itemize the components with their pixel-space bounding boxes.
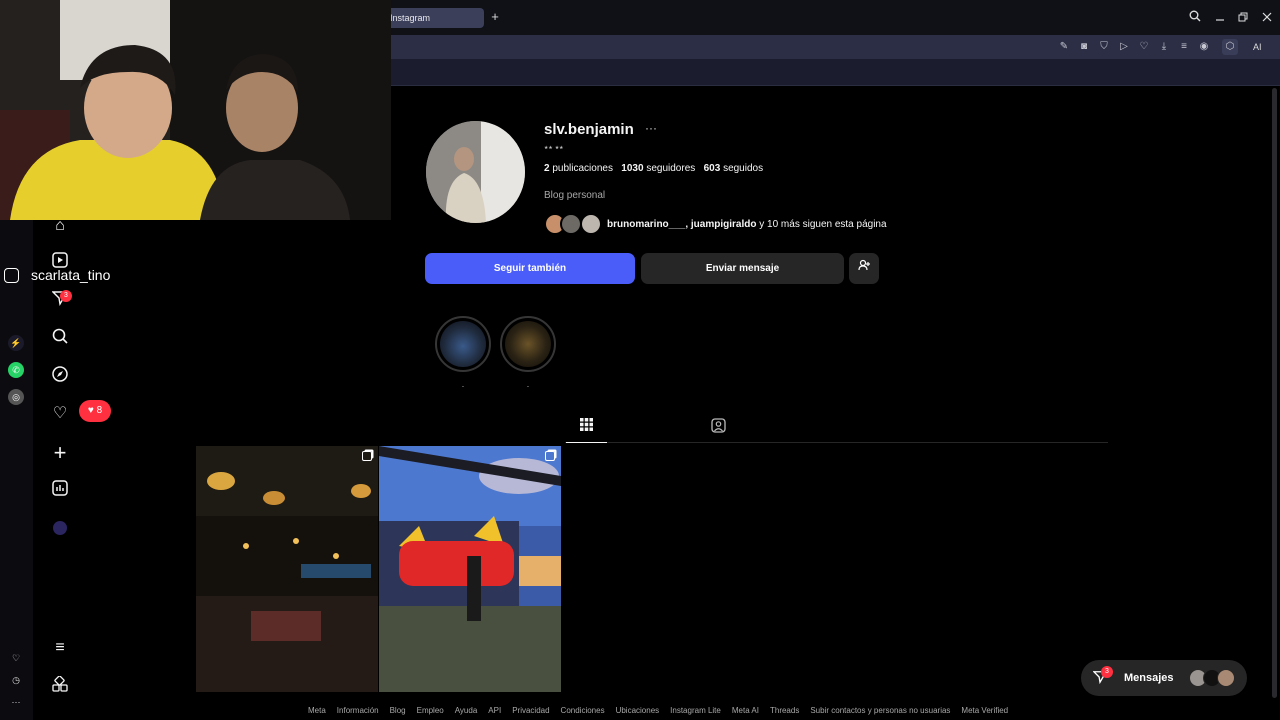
search-icon[interactable]: [50, 328, 70, 348]
suggested-accounts-button[interactable]: [849, 253, 879, 284]
avatar: [580, 213, 602, 235]
avatar: [1217, 669, 1235, 687]
highlight-label: .: [461, 380, 465, 389]
edit-icon[interactable]: ✎: [1056, 39, 1072, 55]
footer-link[interactable]: Ayuda: [455, 706, 478, 715]
profile-icon[interactable]: ◉: [1196, 39, 1212, 55]
camera-icon: [4, 268, 19, 283]
footer-link[interactable]: Threads: [770, 706, 799, 715]
footer-link[interactable]: Subir contactos y personas no usuarias: [810, 706, 950, 715]
download-icon[interactable]: ⤓: [1156, 39, 1172, 55]
profile-avatar[interactable]: [50, 518, 70, 538]
tab-tagged[interactable]: [708, 418, 728, 438]
camera-icon[interactable]: ◙: [1076, 39, 1092, 55]
messages-button[interactable]: 3 Mensajes: [1081, 660, 1247, 696]
profile-category: Blog personal: [544, 190, 606, 201]
browser-sidebar: [0, 220, 33, 720]
footer-link[interactable]: Meta: [308, 706, 326, 715]
player-icon[interactable]: ◎: [8, 389, 24, 405]
footer-link[interactable]: Ubicaciones: [616, 706, 660, 715]
messages-label: Mensajes: [1124, 672, 1174, 684]
streamer-username: scarlata_tino: [31, 267, 111, 283]
restore-icon[interactable]: [1234, 9, 1252, 27]
minimize-icon[interactable]: [1211, 9, 1229, 27]
carousel-icon: [362, 451, 372, 461]
create-icon[interactable]: +: [50, 442, 70, 464]
footer-link[interactable]: Condiciones: [561, 706, 605, 715]
more-menu-icon[interactable]: ≡: [50, 638, 70, 658]
post-thumbnail[interactable]: [379, 446, 561, 692]
followers-stat[interactable]: 1030 seguidores: [621, 163, 695, 174]
footer-link[interactable]: Información: [337, 706, 379, 715]
heart-icon[interactable]: ♡: [1136, 39, 1152, 55]
footer-link[interactable]: Instagram Lite: [670, 706, 721, 715]
threads-badge[interactable]: ⭑⭑ ⭑⭑: [544, 143, 564, 153]
ai-button[interactable]: AI: [1253, 38, 1277, 56]
send-message-button[interactable]: Enviar mensaje: [641, 253, 844, 284]
scrollbar[interactable]: [1272, 88, 1277, 698]
following-stat[interactable]: 603 seguidos: [704, 163, 764, 174]
new-tab-button[interactable]: +: [488, 9, 502, 25]
footer-link[interactable]: Meta AI: [732, 706, 759, 715]
posts-stat: 2 publicaciones: [544, 163, 613, 174]
footer-link[interactable]: Meta Verified: [961, 706, 1008, 715]
close-icon[interactable]: [1258, 9, 1276, 27]
highlight-label: .: [526, 380, 530, 389]
footer-link[interactable]: Empleo: [417, 706, 444, 715]
footer-links: Meta Información Blog Empleo Ayuda API P…: [308, 706, 1008, 715]
dashboard-icon[interactable]: [50, 480, 70, 500]
footer-link[interactable]: Blog: [390, 706, 406, 715]
tabs-divider: [565, 442, 1108, 443]
shield-icon[interactable]: ⛉: [1096, 39, 1112, 55]
explore-icon[interactable]: [50, 366, 70, 386]
messages-badge: 3: [1101, 666, 1113, 678]
more-icon[interactable]: ···: [8, 694, 24, 710]
menu-icon[interactable]: ≡: [1176, 39, 1192, 55]
story-highlight[interactable]: [500, 316, 556, 372]
notifications-icon[interactable]: ♡: [50, 404, 70, 424]
post-thumbnail[interactable]: [196, 446, 378, 692]
follow-back-button[interactable]: Seguir también: [425, 253, 635, 284]
tab-posts[interactable]: [566, 418, 607, 443]
also-from-meta-icon[interactable]: [50, 675, 70, 696]
footer-link[interactable]: Privacidad: [512, 706, 549, 715]
avatar: [560, 213, 582, 235]
followed-by-text[interactable]: brunomarino___, juampigiraldo y 10 más s…: [607, 219, 887, 230]
history-icon[interactable]: ◷: [8, 672, 24, 688]
play-icon[interactable]: ▷: [1116, 39, 1132, 55]
profile-picture[interactable]: [426, 121, 525, 223]
whatsapp-icon[interactable]: ✆: [8, 362, 24, 378]
profile-stats: 2 publicaciones 1030 seguidores 603 segu…: [544, 163, 763, 174]
heart-icon[interactable]: ♡: [8, 650, 24, 666]
webcam-overlay: [0, 0, 391, 220]
options-icon[interactable]: ···: [645, 121, 657, 135]
notifications-badge[interactable]: ♥ 8: [79, 400, 111, 422]
profile-username: slv.benjamin: [544, 121, 634, 138]
carousel-icon: [545, 451, 555, 461]
extension-icon[interactable]: ⬡: [1222, 39, 1238, 55]
story-highlight[interactable]: [435, 316, 491, 372]
footer-link[interactable]: API: [488, 706, 501, 715]
browser-tab[interactable]: Instagram: [384, 8, 484, 28]
direct-badge: 3: [60, 290, 72, 302]
messenger-icon[interactable]: ⚡: [8, 335, 24, 351]
search-icon[interactable]: [1186, 9, 1204, 27]
